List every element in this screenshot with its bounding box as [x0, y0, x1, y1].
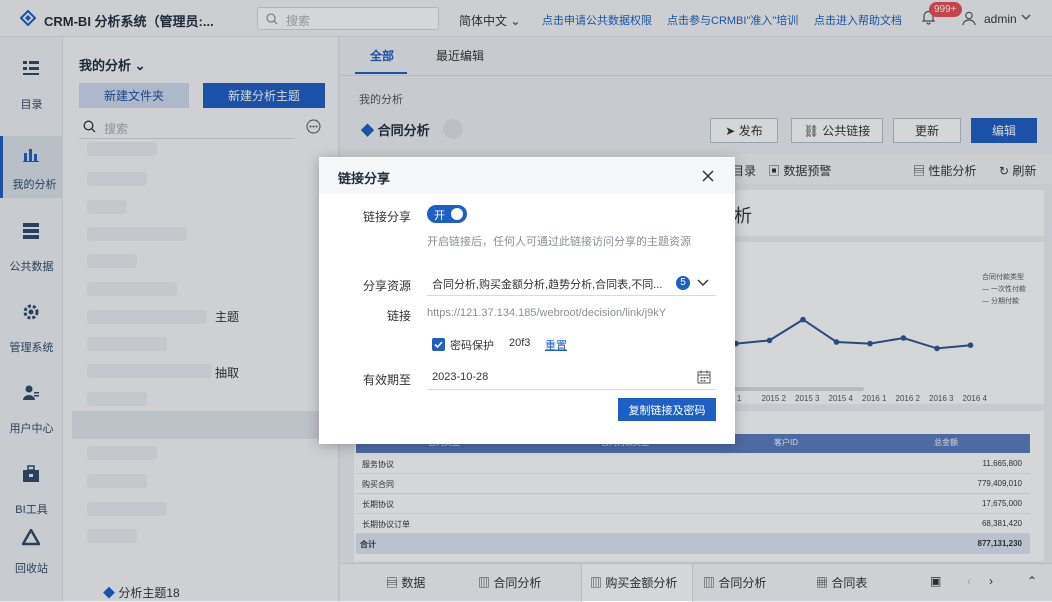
share-url: https://121.37.134.185/webroot/decision/…	[427, 307, 667, 319]
password-protect-label[interactable]: 密码保护	[450, 337, 494, 353]
password-protect-checkbox[interactable]	[432, 338, 445, 351]
expiry-date-input[interactable]: 2023-10-28	[427, 365, 716, 390]
share-toggle[interactable]: 开	[427, 205, 467, 223]
share-hint: 开启链接后，任何人可通过此链接访问分享的主题资源	[427, 236, 691, 248]
check-icon	[434, 341, 443, 349]
dialog-title: 链接分享	[338, 171, 391, 186]
resource-count-badge: 5	[676, 276, 690, 290]
link-share-dialog: 链接分享 链接分享 开 开启链接后，任何人可通过此链接访问分享的主题资源 分享资…	[319, 157, 735, 444]
selected-resources: 合同分析,购买金额分析,趋势分析,合同表,不同...	[432, 279, 663, 291]
share-password: 20f3	[509, 337, 531, 349]
resource-label: 分享资源	[362, 279, 411, 293]
share-resource-select[interactable]: 合同分析,购买金额分析,趋势分析,合同表,不同... 5	[427, 271, 716, 296]
close-icon[interactable]	[701, 169, 715, 183]
link-label: 链接	[386, 309, 411, 323]
calendar-icon[interactable]	[697, 370, 711, 384]
dialog-header: 链接分享	[319, 157, 735, 194]
toggle-knob	[451, 208, 463, 220]
share-toggle-label: 链接分享	[362, 210, 411, 224]
reset-password-link[interactable]: 重置	[545, 337, 567, 353]
expiry-label: 有效期至	[362, 373, 411, 387]
chevron-down-icon	[697, 279, 709, 286]
copy-link-and-password-button[interactable]: 复制链接及密码	[618, 398, 716, 421]
